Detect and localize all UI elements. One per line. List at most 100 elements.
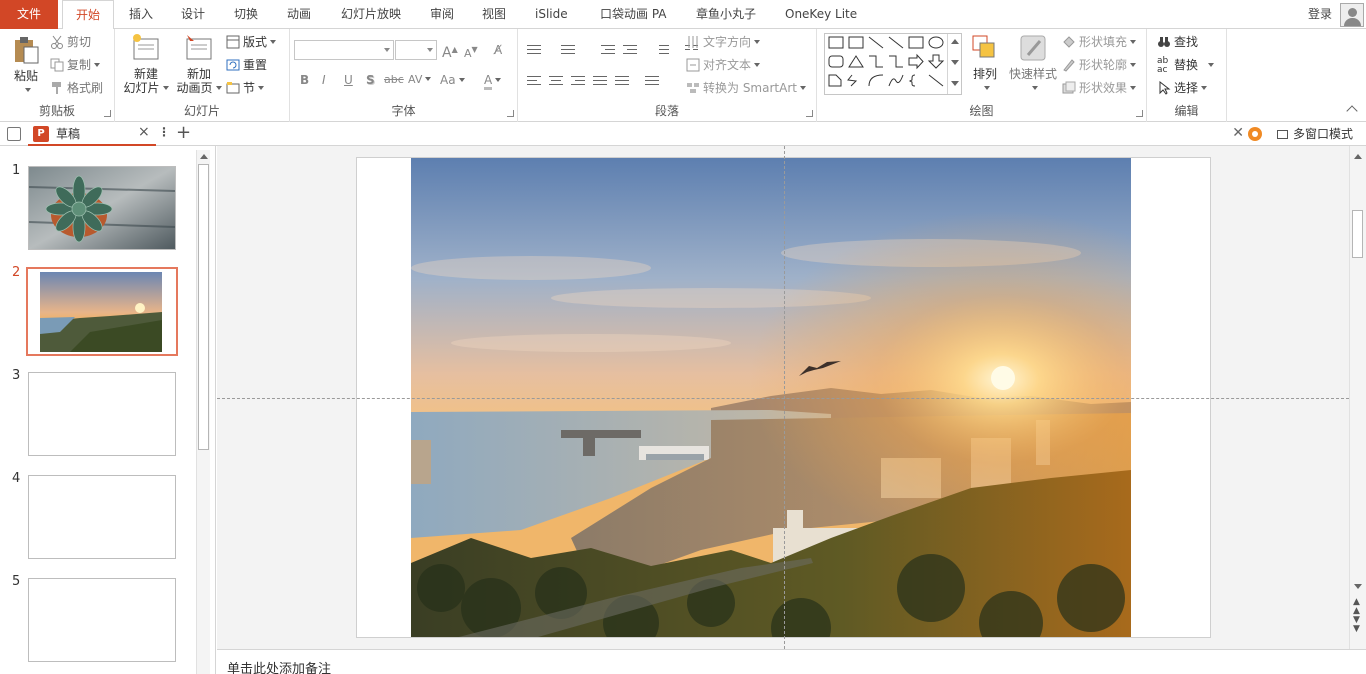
quick-styles-button[interactable]: 快速样式 (1005, 33, 1061, 95)
underline-button[interactable]: U (344, 71, 353, 89)
select-button[interactable]: 选择 (1157, 79, 1208, 97)
bold-button[interactable]: B (300, 71, 309, 89)
slide-thumbnail-1[interactable] (28, 166, 176, 250)
previous-slide-icon[interactable]: ▲ ▲ (1353, 598, 1360, 616)
dialog-launcher-icon[interactable] (806, 110, 813, 117)
text-direction-button[interactable]: 文字方向 (686, 33, 761, 51)
replace-icon: ab ac (1157, 56, 1169, 75)
increase-indent-icon[interactable] (622, 43, 638, 57)
dialog-launcher-icon[interactable] (1136, 110, 1143, 117)
dialog-launcher-icon[interactable] (104, 110, 111, 117)
tab-animations[interactable]: 动画 (287, 0, 311, 29)
tab-onekey-lite[interactable]: OneKey Lite (785, 0, 857, 29)
tab-pocket-animation[interactable]: 口袋动画 PA (600, 0, 667, 29)
bullets-icon[interactable] (526, 43, 542, 57)
tab-review[interactable]: 审阅 (430, 0, 454, 29)
replace-button[interactable]: ab ac 替换 (1157, 56, 1215, 75)
tab-file[interactable]: 文件 (0, 0, 58, 29)
layout-button[interactable]: 版式 (226, 33, 277, 51)
notes-pane[interactable]: 单击此处添加备注 (217, 649, 1366, 674)
close-tab-icon[interactable]: × (138, 124, 150, 140)
cut-button[interactable]: 剪切 (50, 33, 91, 51)
horizontal-guide[interactable] (217, 398, 1349, 399)
slide-scroll-thumb[interactable] (1352, 210, 1363, 258)
clipboard-icon (11, 35, 41, 65)
justify-icon[interactable] (592, 74, 608, 88)
collapse-ribbon-icon[interactable] (1346, 105, 1358, 117)
tab-insert[interactable]: 插入 (129, 0, 153, 29)
notes-placeholder: 单击此处添加备注 (227, 662, 332, 674)
avatar[interactable] (1340, 3, 1364, 27)
font-name-combo[interactable] (294, 40, 394, 60)
outline-view-icon[interactable] (7, 127, 21, 141)
align-text-button[interactable]: 对齐文本 (686, 56, 761, 74)
slide-thumbnail-2[interactable] (30, 269, 174, 353)
align-text-icon (686, 58, 700, 72)
tab-islide[interactable]: iSlide (535, 0, 568, 29)
slide-scrollbar[interactable]: ▲ ▲ ▼ ▼ (1349, 146, 1366, 649)
clear-format-icon[interactable]: A̸ (494, 41, 502, 59)
next-slide-icon[interactable]: ▼ ▼ (1353, 616, 1360, 634)
slide-thumbnail-4[interactable] (28, 475, 176, 559)
shape-fill-button[interactable]: 形状填充 (1062, 33, 1137, 51)
copy-button[interactable]: 复制 (50, 56, 101, 74)
reset-button[interactable]: 重置 (226, 56, 267, 74)
succulent-image (29, 167, 175, 249)
strikethrough-button[interactable]: abc (384, 71, 404, 89)
slide-thumbnail-5[interactable] (28, 578, 176, 662)
tab-menu-icon[interactable]: ⋮ (158, 125, 170, 139)
change-case-button[interactable]: Aa (440, 71, 465, 89)
align-left-icon[interactable] (526, 74, 542, 88)
new-animation-page-button[interactable]: 新加 动画页 (173, 33, 225, 95)
thumbnail-scrollbar[interactable] (196, 150, 210, 674)
paste-button[interactable]: 粘贴 (6, 35, 46, 97)
italic-button[interactable]: I (322, 71, 326, 89)
slide-number: 1 (12, 163, 21, 178)
columns-dropdown-icon[interactable] (644, 74, 660, 88)
convert-smartart-button[interactable]: 转换为 SmartArt (686, 79, 806, 97)
shape-effects-button[interactable]: 形状效果 (1062, 79, 1137, 97)
numbering-icon[interactable] (560, 43, 576, 57)
tab-octopus[interactable]: 章鱼小丸子 (696, 0, 756, 29)
ribbon: 粘贴 剪切 复制 格式刷 剪贴板 新建 幻灯片 新加 动画页 版式 重置 节 幻… (0, 29, 1366, 122)
tab-design[interactable]: 设计 (181, 0, 205, 29)
dialog-launcher-icon[interactable] (507, 110, 514, 117)
align-center-icon[interactable] (548, 74, 564, 88)
find-button[interactable]: 查找 (1157, 33, 1198, 51)
new-tab-icon[interactable]: + (176, 122, 191, 144)
tab-home[interactable]: 开始 (62, 0, 114, 30)
smartart-icon (686, 81, 700, 95)
shapes-gallery-scroll[interactable] (947, 34, 961, 94)
align-right-icon[interactable] (570, 74, 586, 88)
multi-window-button[interactable]: 多窗口模式 (1276, 125, 1353, 142)
char-spacing-button[interactable]: AV (408, 71, 432, 89)
decrease-indent-icon[interactable] (600, 43, 616, 57)
tab-slideshow[interactable]: 幻灯片放映 (341, 0, 401, 29)
powerpoint-file-icon: P (33, 126, 49, 142)
shrink-font-button[interactable]: A▼ (464, 41, 478, 60)
grow-font-button[interactable]: A▲ (442, 41, 458, 61)
shapes-gallery[interactable] (824, 33, 962, 95)
distribute-icon[interactable] (614, 74, 630, 88)
tab-view[interactable]: 视图 (482, 0, 506, 29)
slide-number: 4 (12, 471, 21, 486)
slide-thumbnail-3[interactable] (28, 372, 176, 456)
text-shadow-button[interactable]: S (366, 71, 375, 89)
settings-icon[interactable] (1248, 127, 1262, 141)
font-size-combo[interactable] (395, 40, 437, 60)
thumbnail-scroll-thumb[interactable] (198, 164, 209, 450)
login-link[interactable]: 登录 (1308, 0, 1332, 29)
format-painter-button[interactable]: 格式刷 (50, 79, 103, 97)
slide-editing-area[interactable] (217, 146, 1349, 649)
tab-transitions[interactable]: 切换 (234, 0, 258, 29)
new-slide-button[interactable]: 新建 幻灯片 (120, 33, 172, 95)
binoculars-icon (1157, 35, 1171, 49)
section-button[interactable]: 节 (226, 79, 265, 97)
group-drawing: 排列 快速样式 形状填充 形状轮廓 形状效果 绘图 (817, 29, 1147, 122)
line-spacing-icon[interactable] (654, 43, 670, 57)
pin-icon[interactable]: ✕ (1232, 125, 1244, 141)
shape-outline-button[interactable]: 形状轮廓 (1062, 56, 1137, 74)
arrange-button[interactable]: 排列 (965, 33, 1005, 95)
font-color-button[interactable]: A (484, 71, 502, 90)
document-tab[interactable]: P 草稿 × ⋮ (28, 122, 170, 146)
